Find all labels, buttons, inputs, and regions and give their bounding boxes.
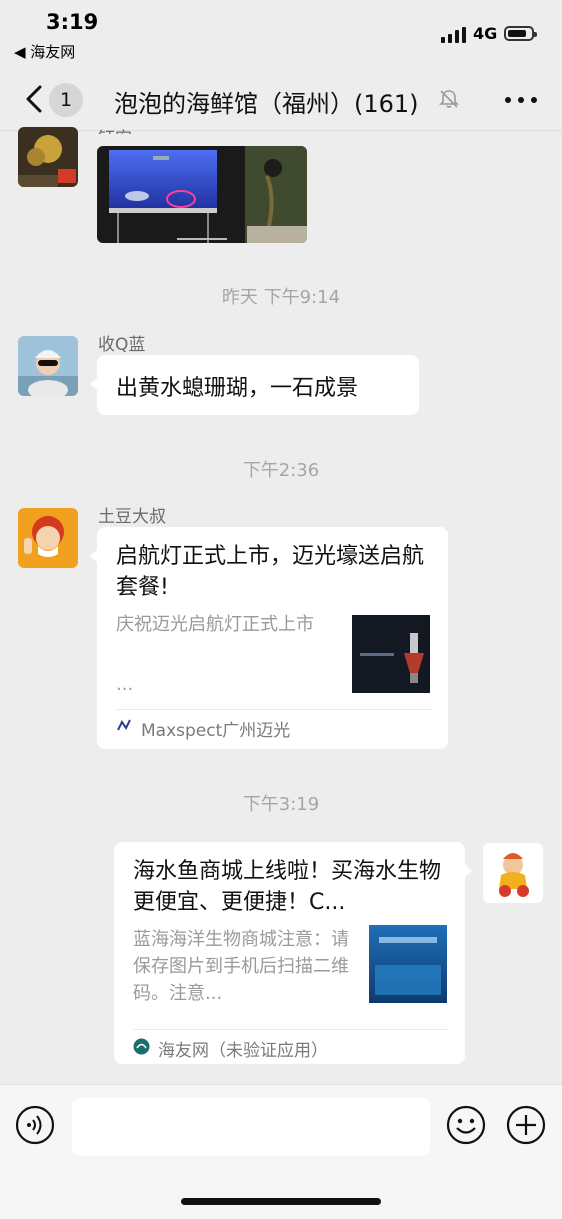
video-thumbnail[interactable] [97, 146, 307, 243]
self-avatar[interactable] [483, 843, 543, 903]
signal-icon [441, 27, 466, 43]
chat-title[interactable]: 泡泡的海鲜馆（福州）(161) [114, 84, 419, 119]
mute-bell-icon [439, 90, 459, 108]
avatar-image [18, 127, 78, 187]
card-description: 蓝海海洋生物商城注意：请保存图片到手机后扫描二维码。注意... [133, 929, 349, 1004]
card-title: 海水鱼商城上线啦！买海水生物更便宜、更便捷！C... [133, 859, 442, 915]
emoji-icon[interactable] [446, 1105, 486, 1145]
timestamp: 昨天 下午9:14 [221, 287, 341, 308]
aquarium-image [97, 146, 307, 243]
sender-name: 土豆大叔 [98, 507, 166, 527]
sender-name: 钰宓 [98, 124, 132, 134]
timestamp: 下午2:36 [242, 460, 320, 481]
bubble-tail [464, 864, 472, 878]
avatar[interactable] [18, 127, 78, 187]
card-title: 启航灯正式上市，迈光壕送启航套餐! [116, 544, 425, 600]
sender-name: 收Q蓝 [98, 335, 146, 355]
message-text: 出黄水螅珊瑚，一石成景 [116, 376, 359, 401]
shop-image [369, 925, 447, 1003]
back-to-app-link[interactable]: ◀ 海友网 [14, 41, 75, 62]
avatar-image [483, 843, 543, 903]
card-description-ellipsis: ... [116, 674, 134, 695]
status-time: 3:19 [46, 10, 99, 34]
card-source: Maxspect广州迈光 [141, 721, 291, 741]
unread-count-badge[interactable]: 1 [49, 83, 83, 117]
link-card-bubble[interactable]: 启航灯正式上市，迈光壕送启航套餐! 庆祝迈光启航灯正式上市 ... Maxspe… [97, 527, 448, 749]
avatar-image [18, 336, 78, 396]
network-type: 4G [473, 24, 498, 43]
product-image [352, 615, 430, 693]
home-indicator[interactable] [181, 1198, 381, 1205]
maxspect-logo-icon [117, 719, 131, 731]
plus-icon[interactable] [506, 1105, 546, 1145]
back-chevron-icon[interactable] [22, 84, 48, 114]
avatar-image [18, 508, 78, 568]
timestamp: 下午3:19 [242, 794, 320, 815]
avatar[interactable] [18, 508, 78, 568]
message-input[interactable] [72, 1098, 430, 1156]
more-icon[interactable] [504, 96, 538, 104]
avatar[interactable] [18, 336, 78, 396]
text-message-bubble[interactable]: 出黄水螅珊瑚，一石成景 [97, 355, 419, 415]
card-description: 庆祝迈光启航灯正式上市 [116, 614, 314, 635]
divider [133, 1029, 449, 1030]
haiyou-logo-icon [133, 1038, 150, 1055]
voice-icon[interactable] [15, 1105, 55, 1145]
card-thumbnail [369, 925, 447, 1003]
divider [116, 709, 432, 710]
card-source: 海友网（未验证应用） [158, 1041, 328, 1061]
battery-icon [504, 26, 537, 41]
link-card-bubble[interactable]: 海水鱼商城上线啦！买海水生物更便宜、更便捷！C... 蓝海海洋生物商城注意：请保… [114, 842, 465, 1064]
card-thumbnail [352, 615, 430, 693]
